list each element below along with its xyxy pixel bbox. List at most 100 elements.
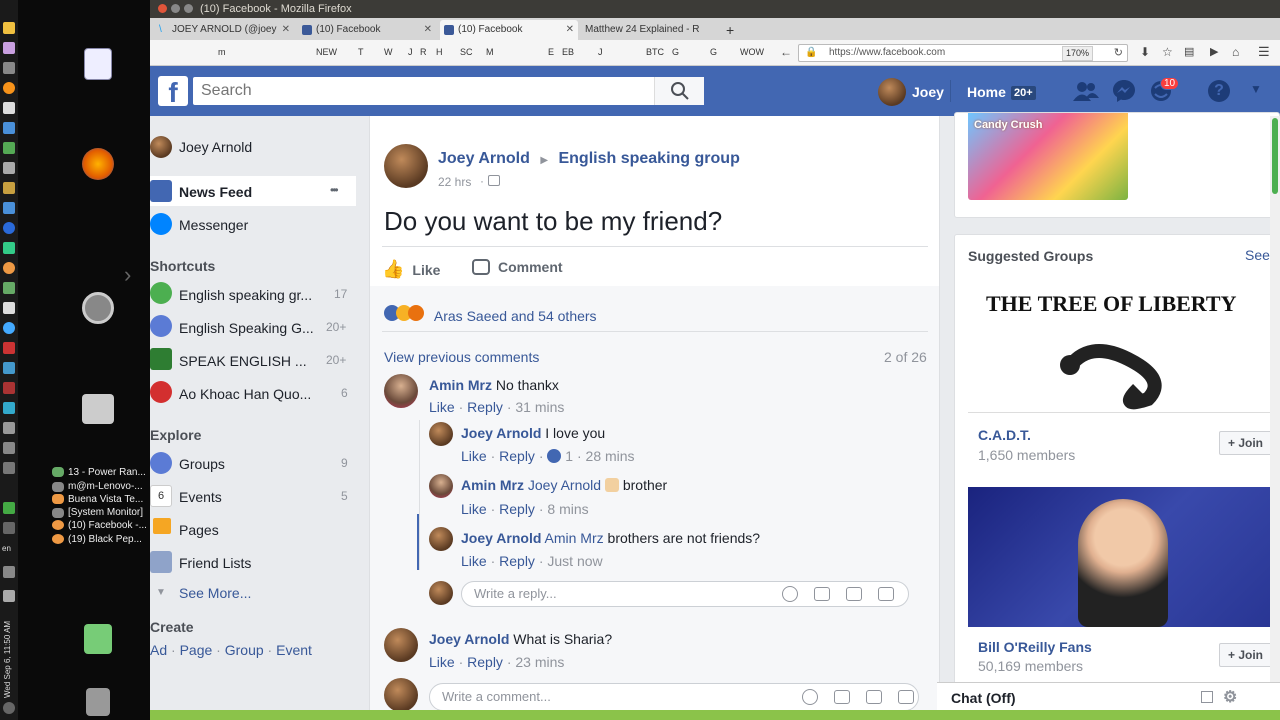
bookmark[interactable]: H [436, 47, 443, 57]
youtube-icon[interactable]: ▶ [1210, 45, 1218, 58]
chat-bar[interactable]: Chat (Off) ⚙ [937, 682, 1280, 712]
home-link[interactable]: Home [967, 84, 1006, 100]
home-icon[interactable]: ⌂ [1232, 45, 1239, 59]
comment-reply-link[interactable]: Reply [499, 501, 535, 517]
group-cover-image[interactable] [968, 487, 1280, 627]
scrollbar-thumb[interactable] [1272, 118, 1278, 194]
bookmark[interactable]: J [598, 47, 603, 57]
comment-reply-link[interactable]: Reply [467, 399, 503, 415]
app-icon[interactable] [3, 502, 15, 514]
window-list-item[interactable]: Buena Vista Te... [68, 494, 143, 505]
see-more-link[interactable]: See More... [179, 585, 251, 601]
shortcut-item[interactable]: SPEAK ENGLISH ... 20+ [179, 353, 346, 369]
bookmark[interactable]: BTC [646, 47, 664, 57]
profile-avatar[interactable] [150, 136, 172, 158]
app-icon[interactable] [3, 162, 15, 174]
bookmark[interactable]: W [384, 47, 393, 57]
app-icon[interactable] [3, 342, 15, 354]
bookmark[interactable]: E [548, 47, 554, 57]
app-icon[interactable] [3, 262, 15, 274]
app-icon[interactable] [3, 422, 15, 434]
clock[interactable]: Wed Sep 6, 11:50 AM [3, 621, 12, 698]
app-icon[interactable] [3, 202, 15, 214]
bookmark[interactable]: G [710, 47, 717, 57]
trash-icon[interactable] [86, 688, 110, 716]
app-icon[interactable] [3, 362, 15, 374]
create-ad-link[interactable]: Ad [150, 642, 167, 658]
comment-author-link[interactable]: Amin Mrz [429, 377, 492, 393]
window-list-item[interactable]: [System Monitor] [68, 507, 143, 518]
app-icon[interactable] [3, 322, 15, 334]
compose-icon[interactable] [1201, 691, 1213, 703]
comment-time[interactable]: Just now [547, 553, 602, 569]
app-icon[interactable] [3, 22, 15, 34]
comment-time[interactable]: 28 mins [586, 448, 635, 464]
user-avatar[interactable] [878, 78, 906, 106]
bookmark[interactable]: WOW [740, 47, 764, 57]
comment-author-link[interactable]: Joey Arnold [461, 530, 541, 546]
comment-author-link[interactable]: Amin Mrz [461, 477, 524, 493]
volume-icon[interactable] [3, 566, 15, 578]
bookmark[interactable]: EB [562, 47, 574, 57]
commenter-avatar[interactable] [384, 374, 418, 408]
bookmark[interactable]: NEW [316, 47, 337, 57]
view-previous-comments-link[interactable]: View previous comments [384, 349, 539, 365]
sticker-icon[interactable] [878, 587, 894, 601]
battery-icon[interactable] [3, 590, 15, 602]
create-group-link[interactable]: Group [225, 642, 264, 658]
comment-like-link[interactable]: Like [461, 553, 487, 569]
app-icon[interactable] [3, 62, 15, 74]
comment-reply-link[interactable]: Reply [499, 553, 535, 569]
explore-item-events[interactable]: Events 5 [179, 489, 348, 505]
wifi-icon[interactable] [3, 522, 15, 534]
download-icon[interactable]: ⬇ [1140, 45, 1150, 59]
commenter-avatar[interactable] [429, 527, 453, 551]
commenter-avatar[interactable] [429, 474, 453, 498]
post-timestamp[interactable]: 22 hrs [438, 175, 471, 189]
window-list-item[interactable]: (10) Facebook -... [68, 520, 147, 531]
app-icon[interactable] [3, 442, 15, 454]
app-icon[interactable] [3, 242, 15, 254]
bookmark[interactable]: M [486, 47, 494, 57]
commenter-avatar[interactable] [429, 422, 453, 446]
nav-messenger[interactable]: Messenger [179, 217, 248, 233]
comment-like-link[interactable]: Like [461, 448, 487, 464]
new-tab-button[interactable]: + [724, 20, 744, 40]
app-icon[interactable] [3, 302, 15, 314]
group-name-link[interactable]: Bill O'Reilly Fans [978, 639, 1092, 655]
friend-requests-icon[interactable] [1072, 80, 1100, 102]
reactions-summary[interactable]: Aras Saeed and 54 others [384, 305, 597, 324]
gif-icon[interactable] [846, 587, 862, 601]
power-icon[interactable] [3, 702, 15, 714]
window-list-item[interactable]: 13 - Power Ran... [68, 467, 146, 478]
window-list-item[interactable]: m@m-Lenovo-... [68, 481, 143, 492]
see-all-link[interactable]: See [1245, 247, 1270, 263]
reload-icon[interactable]: ↻ [1114, 45, 1123, 61]
app-icon[interactable] [3, 182, 15, 194]
emoji-icon[interactable] [782, 586, 798, 602]
candy-crush-image[interactable]: Candy Crush [968, 113, 1128, 200]
messenger-icon[interactable] [1112, 79, 1136, 103]
create-page-link[interactable]: Page [180, 642, 213, 658]
account-menu-caret-icon[interactable]: ▼ [1250, 82, 1262, 96]
comment-time[interactable]: 31 mins [515, 399, 564, 415]
comment-reply-link[interactable]: Reply [499, 448, 535, 464]
create-event-link[interactable]: Event [276, 642, 312, 658]
comment-button[interactable]: Comment [472, 259, 563, 275]
bitcoin-icon[interactable] [3, 82, 15, 94]
zoom-level[interactable]: 170% [1061, 46, 1093, 61]
gear-icon[interactable]: ⚙ [1223, 683, 1237, 713]
url-bar[interactable]: 🔒 https://www.facebook.com 170% ↻ [798, 44, 1128, 62]
comment-like-link[interactable]: Like [429, 654, 455, 670]
audience-icon[interactable] [488, 175, 500, 186]
explore-item-pages[interactable]: Pages [179, 522, 219, 538]
app-icon[interactable] [3, 122, 15, 134]
archive-icon[interactable] [82, 394, 114, 424]
bookmark[interactable]: SC [460, 47, 473, 57]
camera-icon[interactable] [834, 690, 850, 704]
facebook-logo[interactable]: f [158, 76, 188, 108]
comment-time[interactable]: 8 mins [547, 501, 588, 517]
comment-time[interactable]: 23 mins [515, 654, 564, 670]
menu-icon[interactable]: ☰ [1258, 44, 1270, 60]
profile-link[interactable]: Joey [912, 84, 944, 100]
